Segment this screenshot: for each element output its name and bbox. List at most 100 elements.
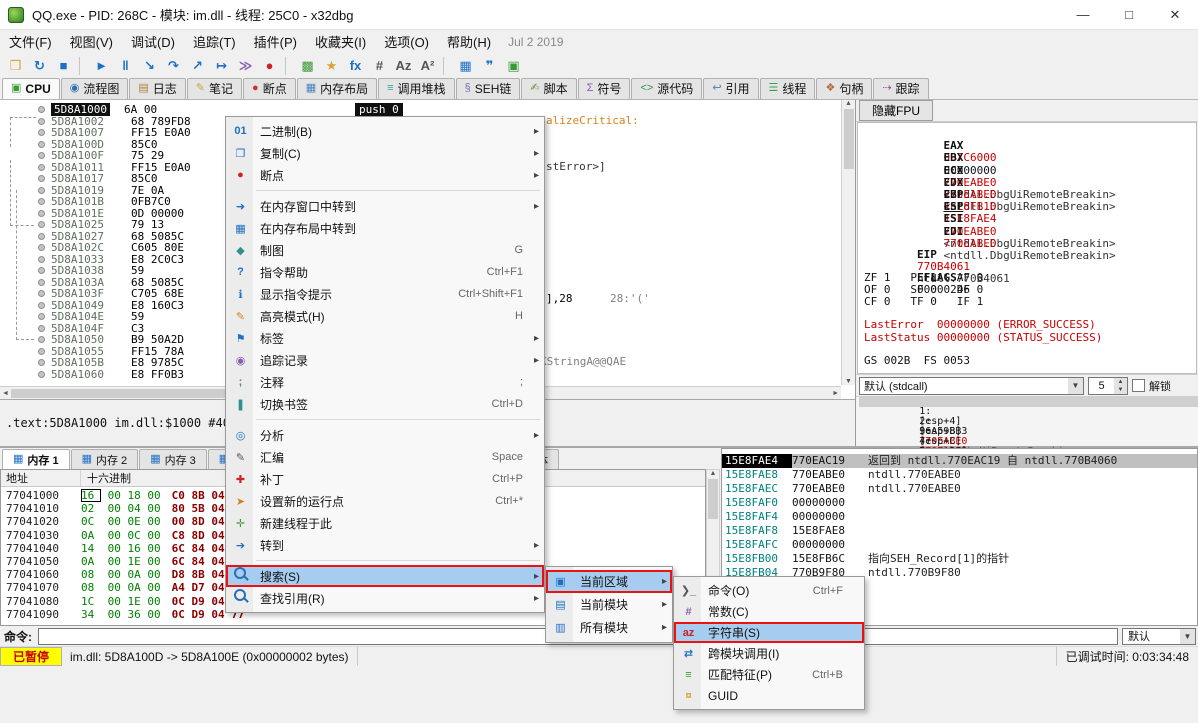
breakpoint-dot[interactable] xyxy=(38,325,45,332)
context-menu-item[interactable]: ? 指令帮助 Ctrl+F1 xyxy=(226,261,544,283)
breakpoint-dot[interactable] xyxy=(38,244,45,251)
breakpoint-dot[interactable] xyxy=(38,210,45,217)
segment-registers-row[interactable]: GS 002B FS 0053 xyxy=(864,355,1190,367)
view-tab[interactable]: ↩ 引用 xyxy=(703,78,758,99)
breakpoint-dot[interactable] xyxy=(38,129,45,136)
chevron-down-icon[interactable]: ▼ xyxy=(1068,378,1083,394)
disasm-vertical-scrollbar[interactable]: ▲▼ xyxy=(841,100,855,385)
breakpoint-dot[interactable] xyxy=(38,175,45,182)
menubar-item[interactable]: 调试(D) xyxy=(122,30,184,53)
toolbar-button[interactable]: ↘ xyxy=(138,55,161,77)
context-menu-item[interactable]: ◎ 分析 ▸ xyxy=(226,424,544,446)
calling-convention-select[interactable]: 默认 (stdcall) ▼ xyxy=(859,377,1084,395)
toolbar-button[interactable]: ❞ xyxy=(478,55,501,77)
argument-count-stepper[interactable]: 5 ▲▼ xyxy=(1088,377,1128,395)
context-menu-item[interactable]: ✎ 汇编 Space xyxy=(226,446,544,468)
last-error-row[interactable]: LastError 00000000 (ERROR_SUCCESS) xyxy=(864,319,1190,331)
submenu-item[interactable]: # 常数(C) xyxy=(674,601,864,622)
dump-tab[interactable]: ▦ 内存 3 xyxy=(139,449,207,469)
view-tab[interactable]: ≡ 调用堆栈 xyxy=(378,78,454,99)
menubar-item[interactable]: 插件(P) xyxy=(245,30,306,53)
stepper-arrows[interactable]: ▲▼ xyxy=(1114,378,1127,394)
submenu-item[interactable]: az 字符串(S) xyxy=(674,622,864,643)
toolbar-button[interactable]: ▣ xyxy=(502,55,525,77)
view-tab[interactable]: ◉ 流程图 xyxy=(61,78,129,99)
menubar-item[interactable]: 文件(F) xyxy=(0,30,61,53)
context-menu-item[interactable] xyxy=(226,556,544,565)
stack-row[interactable]: 15E8FAF8 15E8FAE8 xyxy=(722,524,1197,538)
submenu-item[interactable]: ▣ 当前区域 ▸ xyxy=(546,570,672,593)
view-tab[interactable]: ▣ CPU xyxy=(2,78,60,99)
context-menu-item[interactable]: ⚑ 标签 ▸ xyxy=(226,327,544,349)
breakpoint-dot[interactable] xyxy=(38,359,45,366)
close-button[interactable]: ✕ xyxy=(1152,0,1198,30)
context-menu-item[interactable]: ✎ 高亮模式(H) H xyxy=(226,305,544,327)
toolbar-button[interactable]: # xyxy=(368,55,391,77)
chevron-down-icon[interactable]: ▼ xyxy=(1180,629,1195,644)
toolbar-button[interactable] xyxy=(79,57,86,75)
toolbar-button[interactable]: ‖ xyxy=(114,55,137,77)
context-menu-item[interactable] xyxy=(226,186,544,195)
breakpoint-dot[interactable] xyxy=(38,256,45,263)
context-menu-item[interactable]: ✚ 补丁 Ctrl+P xyxy=(226,468,544,490)
context-menu-item[interactable]: 搜索(S) ▸ xyxy=(226,565,544,587)
breakpoint-dot[interactable] xyxy=(38,233,45,240)
menubar-item[interactable]: 视图(V) xyxy=(61,30,122,53)
context-menu-item[interactable]: ❚ 切换书签 Ctrl+D xyxy=(226,393,544,415)
minimize-button[interactable]: — xyxy=(1060,0,1106,30)
toolbar-button[interactable]: ★ xyxy=(320,55,343,77)
breakpoint-dot[interactable] xyxy=(38,348,45,355)
menubar-item[interactable]: 收藏夹(I) xyxy=(306,30,375,53)
breakpoint-dot[interactable] xyxy=(38,290,45,297)
breakpoint-dot[interactable] xyxy=(38,187,45,194)
dump-tab[interactable]: ▦ 内存 1 xyxy=(2,449,70,469)
stack-row[interactable]: 15E8FB00 15E8FB6C 指向SEH_Record[1]的指针 xyxy=(722,552,1197,566)
context-menu-item[interactable]: ◆ 制图 G xyxy=(226,239,544,261)
breakpoint-dot[interactable] xyxy=(38,106,45,113)
toolbar-button[interactable]: ■ xyxy=(52,55,75,77)
toolbar-button[interactable] xyxy=(285,57,292,75)
breakpoint-dot[interactable] xyxy=(38,152,45,159)
dump-tab[interactable]: ▦ 内存 2 xyxy=(71,449,139,469)
view-tab[interactable]: <> 源代码 xyxy=(631,78,702,99)
toolbar-button[interactable]: ≫ xyxy=(234,55,257,77)
maximize-button[interactable]: □ xyxy=(1106,0,1152,30)
breakpoint-dot[interactable] xyxy=(38,141,45,148)
context-menu-item[interactable]: ● 断点 ▸ xyxy=(226,164,544,186)
context-menu-item[interactable]: ◉ 追踪记录 ▸ xyxy=(226,349,544,371)
context-menu-item[interactable]: ➜ 在内存窗口中转到 ▸ xyxy=(226,195,544,217)
breakpoint-dot[interactable] xyxy=(38,118,45,125)
submenu-item[interactable]: ❯_ 命令(O) Ctrl+F xyxy=(674,580,864,601)
stack-row[interactable]: 15E8FAE8 770EABE0 ntdll.770EABE0 xyxy=(722,468,1197,482)
flags-row[interactable]: CF 0 TF 0 IF 1 xyxy=(864,296,1190,308)
context-menu-item[interactable]: ▦ 在内存布局中转到 xyxy=(226,217,544,239)
context-menu-item[interactable]: ℹ 显示指令提示 Ctrl+Shift+F1 xyxy=(226,283,544,305)
argument-row[interactable]: 1: [esp+4] 96A59BB3 xyxy=(859,397,1198,407)
toolbar-button[interactable]: ► xyxy=(90,55,113,77)
breakpoint-dot[interactable] xyxy=(38,198,45,205)
toolbar-button[interactable]: fx xyxy=(344,55,367,77)
view-tab[interactable]: ✎ 笔记 xyxy=(187,78,242,99)
submenu-item[interactable]: ▥ 所有模块 ▸ xyxy=(546,616,672,639)
context-menu-item[interactable]: ✛ 新建线程于此 xyxy=(226,512,544,534)
breakpoint-dot[interactable] xyxy=(38,336,45,343)
view-tab[interactable]: ✍ 脚本 xyxy=(521,78,576,99)
toolbar-button[interactable]: ↻ xyxy=(28,55,51,77)
submenu-item[interactable]: ▤ 当前模块 ▸ xyxy=(546,593,672,616)
context-menu-item[interactable]: 查找引用(R) ▸ xyxy=(226,587,544,609)
view-tab[interactable]: § SEH链 xyxy=(456,78,521,99)
hide-fpu-button[interactable]: 隐藏FPU xyxy=(859,100,933,121)
toolbar-button[interactable]: ↦ xyxy=(210,55,233,77)
context-menu-item[interactable]: ❐ 复制(C) ▸ xyxy=(226,142,544,164)
view-tab[interactable]: ▤ 日志 xyxy=(129,78,185,99)
breakpoint-dot[interactable] xyxy=(38,302,45,309)
view-tab[interactable]: ⇢ 跟踪 xyxy=(873,78,928,99)
view-tab[interactable]: ● 断点 xyxy=(243,78,296,99)
breakpoint-dot[interactable] xyxy=(38,221,45,228)
toolbar-button[interactable]: ▦ xyxy=(454,55,477,77)
toolbar-button[interactable]: ↗ xyxy=(186,55,209,77)
breakpoint-dot[interactable] xyxy=(38,267,45,274)
menubar-item[interactable]: 追踪(T) xyxy=(184,30,245,53)
view-tab[interactable]: ▦ 内存布局 xyxy=(297,78,377,99)
context-menu-item[interactable]: ➤ 设置新的运行点 Ctrl+* xyxy=(226,490,544,512)
